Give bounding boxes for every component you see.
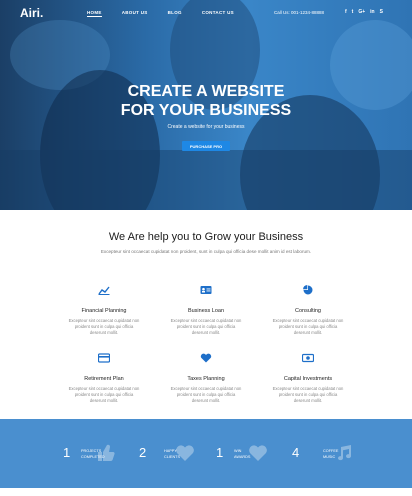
service-desc: Excepteur sint occaecat cupidatat non pr… [170, 318, 242, 335]
service-title: Retirement Plan [84, 376, 124, 382]
service-desc: Excepteur sint occaecat cupidatat non pr… [272, 386, 344, 403]
service-desc: Excepteur sint occaecat cupidatat non pr… [68, 386, 140, 403]
hero-title-line: CREATE A WEBSITE [127, 83, 285, 100]
service-taxes-planning: Taxes Planning Excepteur sint occaecat c… [156, 350, 256, 404]
service-desc: Excepteur sint occaecat cupidatat non pr… [272, 318, 344, 335]
service-business-loan: Business Loan Excepteur sint occaecat cu… [156, 282, 256, 336]
hero-subtitle: Create a website for your business [167, 124, 245, 130]
purchase-pro-button[interactable]: PURCHASE PRO [182, 141, 230, 151]
service-title: Business Loan [187, 308, 225, 314]
stat-number: 1 [63, 445, 71, 460]
stat-number: 4 [292, 445, 300, 460]
logo[interactable]: Airi. [20, 6, 43, 20]
music-icon [338, 445, 352, 461]
main-menu: HOME ABOUT US BLOG CONTACT US [87, 10, 254, 17]
service-retirement-plan: Retirement Plan Excepteur sint occaecat … [54, 350, 154, 404]
service-desc: Excepteur sint occaecat cupidatat non pr… [68, 318, 140, 335]
nav-about-us[interactable]: ABOUT US [122, 10, 148, 17]
skype-icon[interactable]: S [380, 9, 383, 15]
google-plus-icon[interactable]: G+ [358, 9, 365, 15]
chart-line-icon [98, 286, 110, 295]
service-desc: Excepteur sint occaecat cupidatat non pr… [170, 386, 242, 403]
id-card-icon [200, 286, 212, 294]
service-title: Taxes Planning [187, 376, 225, 382]
hero-title: CREATE A WEBSITE FOR YOUR BUSINESS [0, 82, 412, 120]
service-title: Consulting [295, 308, 321, 314]
service-consulting: Consulting Excepteur sint occaecat cupid… [258, 282, 358, 336]
hero-image-shape [0, 150, 412, 210]
service-title: Capital Investments [283, 376, 333, 382]
call-us-text: Call Us: 001-1234-88888 [274, 10, 325, 15]
heart-icon [200, 353, 212, 363]
service-capital-investments: Capital Investments Excepteur sint occae… [258, 350, 358, 404]
money-bill-icon [301, 353, 315, 363]
pie-chart-icon [303, 285, 313, 295]
stat-number: 2 [139, 445, 147, 460]
services-subtitle: Excepteur sint occaecat cupidatat non pr… [100, 249, 312, 254]
heart-icon [249, 445, 267, 461]
services-title: We Are help you to Grow your Business [108, 231, 304, 243]
facebook-icon[interactable]: f [345, 9, 347, 15]
nav-contact-us[interactable]: CONTACT US [202, 10, 234, 17]
credit-card-icon [97, 353, 111, 363]
thumbs-up-icon [98, 444, 115, 462]
hero-title-line: FOR YOUR BUSINESS [120, 102, 292, 119]
nav-blog[interactable]: BLOG [168, 10, 182, 17]
heart-icon [176, 445, 194, 461]
stat-number: 1 [216, 445, 224, 460]
hero-section: Airi. HOME ABOUT US BLOG CONTACT US Call… [0, 0, 412, 210]
service-financial-planning: Financial Planning Excepteur sint occaec… [54, 282, 154, 336]
social-links: f t G+ in S [345, 9, 383, 15]
twitter-icon[interactable]: t [352, 9, 354, 15]
service-title: Financial Planning [81, 308, 127, 314]
linkedin-icon[interactable]: in [370, 9, 374, 15]
nav-home[interactable]: HOME [87, 10, 102, 17]
top-nav: Airi. HOME ABOUT US BLOG CONTACT US Call… [0, 0, 412, 26]
